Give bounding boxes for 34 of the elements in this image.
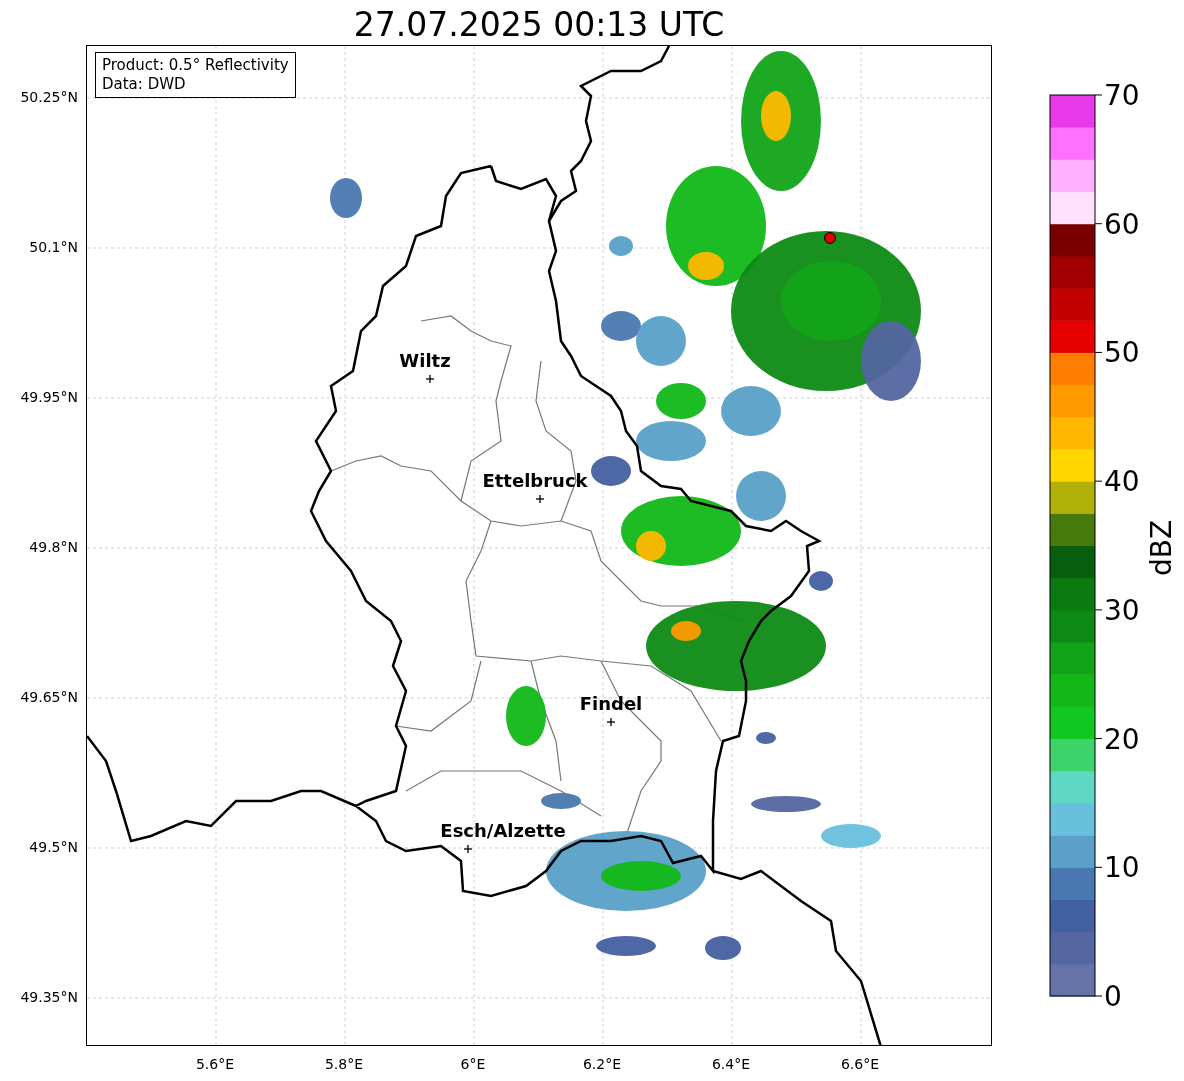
colorbar-tick-label: 0 [1104,980,1122,1013]
info-text: Product: 0.5° Reflectivity [102,56,289,75]
latitude-tick-label: 50.1°N [29,239,78,255]
info-text: Data: DWD [102,74,187,94]
colorbar-tick-label: 30 [1104,593,1140,627]
city-label: Ettelbruck [482,470,588,491]
latitude-tick-label: 49.95°N [20,389,78,405]
colorbar-tick-label: 50 [1104,336,1140,370]
longitude-tick-label: 5.6°E [195,1056,235,1072]
city-marker-icon [463,844,473,854]
colorbar-label: dBZ [1145,519,1178,577]
city-marker-icon [606,717,616,727]
colorbar-tick-label: 60 [1104,207,1140,241]
city-marker-icon [535,494,545,504]
city-marker-icon [425,374,435,384]
colorbar-tick-label: 40 [1104,465,1140,499]
latitude-tick-label: 49.5°N [29,839,78,855]
city-label: Findel [579,693,643,714]
longitude-tick-label: 5.8°E [324,1056,364,1072]
longitude-tick-label: 6°E [460,1056,486,1072]
colorbar-tick-label: 70 [1104,79,1140,112]
chart-title: 27.07.2025 00:13 UTC [352,4,726,45]
radar-site-marker [824,232,836,244]
city-label: Esch/Alzette [440,820,566,841]
colorbar-tick-label: 10 [1104,851,1140,885]
city-label: Wiltz [399,350,451,371]
latitude-tick-label: 49.8°N [29,539,78,555]
latitude-tick-label: 50.25°N [20,89,78,105]
longitude-tick-label: 6.6°E [840,1056,880,1072]
latitude-tick-label: 49.35°N [20,989,78,1005]
latitude-tick-label: 49.65°N [20,689,78,705]
longitude-tick-label: 6.4°E [711,1056,751,1072]
colorbar-tick-label: 20 [1104,722,1140,756]
longitude-tick-label: 6.2°E [582,1056,622,1072]
